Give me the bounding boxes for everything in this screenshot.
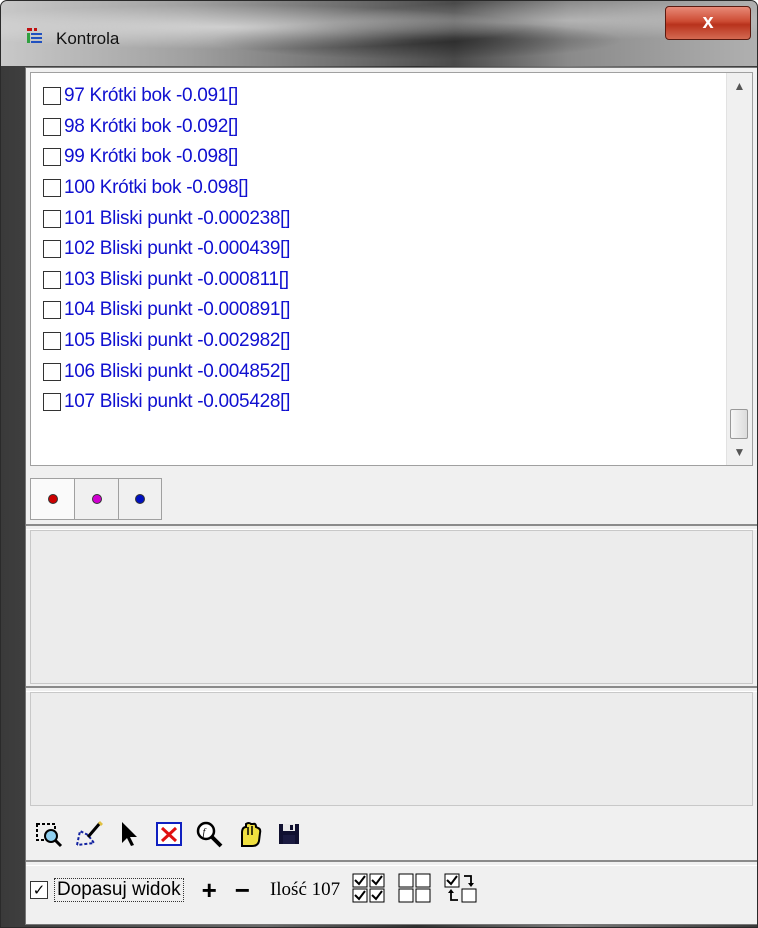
fit-view-label[interactable]: Dopasuj widok xyxy=(54,878,184,902)
list-item[interactable]: 99 Krótki bok -0.098[] xyxy=(31,142,726,173)
app-icon xyxy=(27,28,42,43)
blue-dot-icon xyxy=(135,494,145,504)
scroll-down-arrow-icon[interactable]: ▼ xyxy=(727,439,752,465)
edit-polygon-icon[interactable] xyxy=(72,817,106,851)
list-item[interactable]: 104 Bliski punkt -0.000891[] xyxy=(31,295,726,326)
item-label: 107 Bliski punkt -0.005428[] xyxy=(64,391,291,413)
list-item[interactable]: 97 Krótki bok -0.091[] xyxy=(31,81,726,112)
item-label: 97 Krótki bok -0.091[] xyxy=(64,85,239,107)
item-label: 103 Bliski punkt -0.000811[] xyxy=(64,268,289,290)
item-label: 99 Krótki bok -0.098[] xyxy=(64,146,239,168)
list-item[interactable]: 103 Bliski punkt -0.000811[] xyxy=(31,265,726,296)
item-label: 102 Bliski punkt -0.000439[] xyxy=(64,238,291,260)
select-area-icon[interactable] xyxy=(32,817,66,851)
uncheck-all-icon[interactable] xyxy=(398,873,432,908)
item-checkbox[interactable] xyxy=(43,209,61,228)
delete-icon[interactable] xyxy=(152,817,186,851)
separator-bottom xyxy=(26,860,757,866)
count-label: Ilość 107 xyxy=(269,879,341,900)
item-checkbox[interactable] xyxy=(43,148,61,167)
scroll-up-arrow-icon[interactable]: ▲ xyxy=(727,73,752,99)
kontrola-window: Kontrola x 97 Krótki bok -0.091[] 98 Krót… xyxy=(0,0,758,928)
close-button[interactable]: x xyxy=(665,6,751,40)
item-checkbox[interactable] xyxy=(43,179,61,198)
list-item[interactable]: 106 Bliski punkt -0.004852[] xyxy=(31,356,726,387)
item-checkbox[interactable] xyxy=(43,240,61,259)
window-title: Kontrola xyxy=(56,29,120,48)
item-label: 106 Bliski punkt -0.004852[] xyxy=(64,360,291,382)
tab-red[interactable] xyxy=(30,478,74,520)
item-label: 101 Bliski punkt -0.000238[] xyxy=(64,207,291,229)
fit-view-checkbox[interactable]: ✓ xyxy=(30,881,48,899)
item-checkbox[interactable] xyxy=(43,332,61,351)
lower-panel xyxy=(30,692,753,806)
invert-selection-icon[interactable] xyxy=(444,873,478,908)
list-item[interactable]: 100 Krótki bok -0.098[] xyxy=(31,173,726,204)
status-row: ✓ Dopasuj widok + − Ilość 107 xyxy=(30,868,753,912)
vertical-scrollbar[interactable]: ▲ ▼ xyxy=(726,73,752,465)
toolbar: f xyxy=(32,816,306,852)
item-checkbox[interactable] xyxy=(43,362,61,381)
list-item[interactable]: 107 Bliski punkt -0.005428[] xyxy=(31,387,726,418)
item-checkbox[interactable] xyxy=(43,270,61,289)
list-item[interactable]: 98 Krótki bok -0.092[] xyxy=(31,112,726,143)
upper-panel xyxy=(30,530,753,684)
list-item[interactable]: 101 Bliski punkt -0.000238[] xyxy=(31,203,726,234)
zoom-icon[interactable]: f xyxy=(192,817,226,851)
save-icon[interactable] xyxy=(272,817,306,851)
item-checkbox[interactable] xyxy=(43,87,61,106)
client-area: 97 Krótki bok -0.091[] 98 Krótki bok -0.0… xyxy=(25,67,757,925)
hand-icon[interactable] xyxy=(232,817,266,851)
control-list[interactable]: 97 Krótki bok -0.091[] 98 Krótki bok -0.0… xyxy=(30,72,753,466)
add-button[interactable]: + xyxy=(202,877,217,903)
scroll-thumb[interactable] xyxy=(730,409,748,439)
item-checkbox[interactable] xyxy=(43,301,61,320)
item-label: 98 Krótki bok -0.092[] xyxy=(64,115,239,137)
item-label: 100 Krótki bok -0.098[] xyxy=(64,177,249,199)
item-label: 104 Bliski punkt -0.000891[] xyxy=(64,299,291,321)
check-all-icon[interactable] xyxy=(352,873,386,908)
magenta-dot-icon xyxy=(91,494,102,504)
list-items: 97 Krótki bok -0.091[] 98 Krótki bok -0.0… xyxy=(31,73,726,465)
item-label: 105 Bliski punkt -0.002982[] xyxy=(64,330,291,352)
remove-button[interactable]: − xyxy=(235,877,250,903)
tab-blue[interactable] xyxy=(118,478,162,520)
red-dot-icon xyxy=(47,494,58,504)
pointer-icon[interactable] xyxy=(112,817,146,851)
title-bar[interactable]: Kontrola x xyxy=(1,1,757,66)
item-checkbox[interactable] xyxy=(43,393,61,412)
item-checkbox[interactable] xyxy=(43,117,61,136)
tab-magenta[interactable] xyxy=(74,478,118,520)
list-item[interactable]: 105 Bliski punkt -0.002982[] xyxy=(31,326,726,357)
list-item[interactable]: 102 Bliski punkt -0.000439[] xyxy=(31,234,726,265)
color-tabs xyxy=(30,478,162,520)
